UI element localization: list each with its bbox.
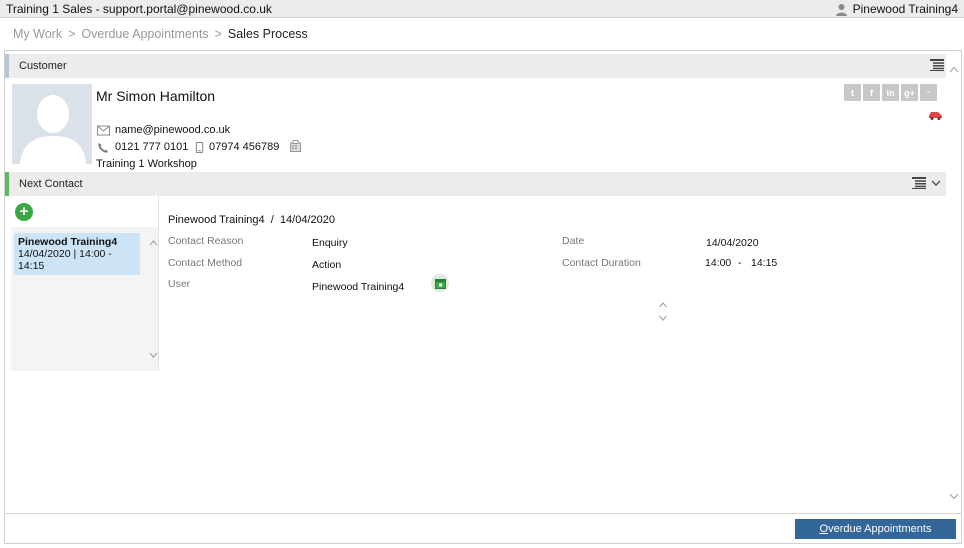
customer-mobile-row[interactable]: 07974 456789 bbox=[195, 141, 279, 153]
contact-detail-header: Pinewood Training4 / 14/04/2020 bbox=[168, 214, 335, 226]
list-item-name: Pinewood Training4 bbox=[18, 236, 118, 248]
contact-reason-value[interactable]: Enquiry bbox=[312, 237, 348, 249]
customer-name: Mr Simon Hamilton bbox=[96, 88, 216, 104]
user-label: User bbox=[168, 278, 191, 290]
contact-list: Pinewood Training4 14/04/2020 | 14:00 - … bbox=[11, 227, 158, 371]
duration-end[interactable]: 14:15 bbox=[751, 257, 777, 269]
detail-header-separator: / bbox=[270, 214, 274, 226]
customer-site-row: Training 1 Workshop bbox=[96, 158, 197, 170]
next-contact-section-header: Next Contact bbox=[5, 172, 946, 196]
twitter-icon[interactable]: t bbox=[844, 84, 861, 101]
current-user[interactable]: Pinewood Training4 bbox=[835, 2, 958, 16]
social-links: t f in g+ ~ bbox=[844, 84, 937, 101]
customer-section-header: Customer bbox=[5, 54, 946, 78]
breadcrumb: My Work > Overdue Appointments > Sales P… bbox=[13, 27, 308, 41]
customer-phone: 0121 777 0101 bbox=[115, 141, 189, 153]
overdue-appointments-button[interactable]: Overdue Appointments bbox=[795, 519, 956, 539]
breadcrumb-my-work[interactable]: My Work bbox=[13, 27, 62, 41]
duration-separator: - bbox=[738, 257, 742, 269]
current-user-name: Pinewood Training4 bbox=[852, 2, 958, 16]
googleplus-icon[interactable]: g+ bbox=[901, 84, 918, 101]
detail-header-user: Pinewood Training4 bbox=[168, 214, 265, 226]
list-menu-icon[interactable] bbox=[912, 177, 926, 189]
date-label: Date bbox=[562, 235, 585, 247]
customer-phone-row[interactable]: 0121 777 0101 bbox=[97, 141, 188, 153]
chevron-up-icon[interactable] bbox=[149, 240, 158, 246]
main-panel: Customer Mr Simon Hamilton name@pinewood… bbox=[4, 50, 962, 544]
duration-start[interactable]: 14:00 bbox=[705, 257, 731, 269]
panel-divider bbox=[158, 196, 159, 371]
date-value[interactable]: 14/04/2020 bbox=[706, 237, 759, 249]
list-menu-icon[interactable] bbox=[930, 59, 944, 71]
add-contact-button[interactable]: + bbox=[15, 203, 33, 221]
user-value[interactable]: Pinewood Training4 bbox=[312, 281, 404, 293]
calendar-icon bbox=[434, 278, 446, 289]
linkedin-icon[interactable]: in bbox=[882, 84, 899, 101]
list-item-datetime: 14/04/2020 | 14:00 - 14:15 bbox=[18, 248, 112, 272]
contact-method-label: Contact Method bbox=[168, 257, 243, 269]
chevron-down-icon[interactable] bbox=[149, 352, 158, 358]
contact-reason-label: Contact Reason bbox=[168, 235, 244, 247]
contact-method-value[interactable]: Action bbox=[312, 259, 341, 271]
mobile-icon bbox=[195, 141, 204, 153]
avatar-silhouette-icon bbox=[12, 84, 92, 164]
title-bar: Training 1 Sales - support.portal@pinewo… bbox=[0, 0, 964, 18]
facebook-icon[interactable]: f bbox=[863, 84, 880, 101]
customer-section-label: Customer bbox=[19, 60, 67, 72]
mail-icon bbox=[97, 125, 110, 135]
footer-divider bbox=[5, 513, 961, 514]
customer-avatar bbox=[12, 84, 92, 164]
phone-icon bbox=[98, 142, 108, 153]
button-access-key: O bbox=[819, 523, 829, 535]
window-title: Training 1 Sales - support.portal@pinewo… bbox=[6, 2, 272, 16]
button-label-rest: verdue Appointments bbox=[828, 523, 932, 535]
customer-mobile: 07974 456789 bbox=[209, 141, 280, 153]
vehicle-icon[interactable] bbox=[928, 110, 943, 120]
contact-duration-label: Contact Duration bbox=[562, 257, 641, 269]
breadcrumb-separator: > bbox=[214, 27, 222, 41]
detail-header-date: 14/04/2020 bbox=[279, 214, 335, 226]
list-item[interactable]: Pinewood Training4 14/04/2020 | 14:00 - … bbox=[14, 233, 140, 275]
breadcrumb-overdue-appointments[interactable]: Overdue Appointments bbox=[81, 27, 208, 41]
other-social-icon[interactable]: ~ bbox=[920, 84, 937, 101]
customer-email: name@pinewood.co.uk bbox=[115, 124, 231, 136]
next-contact-section-label: Next Contact bbox=[19, 178, 83, 190]
chevron-down-icon[interactable] bbox=[931, 180, 941, 187]
customer-email-row[interactable]: name@pinewood.co.uk bbox=[97, 124, 230, 136]
fax-icon[interactable] bbox=[290, 140, 301, 152]
scroll-arrows-icon[interactable] bbox=[658, 301, 668, 323]
user-icon bbox=[835, 3, 847, 16]
scroll-down-icon[interactable] bbox=[949, 493, 959, 500]
calendar-button[interactable] bbox=[431, 274, 449, 292]
scroll-up-icon[interactable] bbox=[949, 66, 959, 73]
breadcrumb-sales-process: Sales Process bbox=[227, 27, 308, 41]
customer-site: Training 1 Workshop bbox=[96, 158, 197, 170]
breadcrumb-separator: > bbox=[68, 27, 76, 41]
